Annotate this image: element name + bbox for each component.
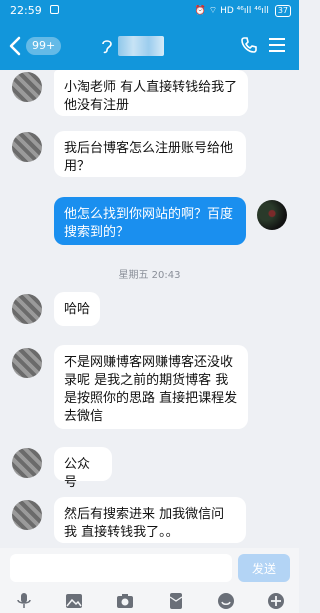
phone-icon[interactable] bbox=[240, 36, 258, 54]
ear-icon bbox=[102, 40, 112, 54]
image-icon[interactable] bbox=[64, 591, 84, 611]
contact-avatar[interactable] bbox=[12, 132, 42, 162]
message-bubble[interactable]: 小淘老师 有人直接转钱给我了 他没有注册 bbox=[54, 70, 248, 116]
contact-avatar[interactable] bbox=[12, 72, 42, 102]
contact-avatar[interactable] bbox=[12, 294, 42, 324]
contact-avatar[interactable] bbox=[12, 348, 42, 378]
status-bar: 22:59 ⏰ ⌔ HD ⁴⁶ıll ⁴⁶ıll 37 bbox=[0, 0, 299, 22]
battery-icon: 37 bbox=[274, 5, 291, 17]
message-bubble[interactable]: 我后台博客怎么注册账号给他用？ bbox=[54, 131, 246, 177]
send-button[interactable]: 发送 bbox=[238, 554, 290, 582]
mic-icon[interactable] bbox=[14, 591, 34, 611]
blurred-contact-name bbox=[118, 36, 164, 56]
contact-avatar[interactable] bbox=[12, 500, 42, 530]
message-bubble[interactable]: 公众号 bbox=[54, 447, 112, 490]
unread-badge[interactable]: 99+ bbox=[26, 37, 62, 55]
status-indicators: ⏰ ⌔ HD ⁴⁶ıll ⁴⁶ıll 37 bbox=[195, 0, 291, 22]
notification-icon bbox=[50, 5, 59, 14]
message-bubble[interactable]: 然后有搜索进来 加我微信问我 直接转钱我了。。 bbox=[54, 497, 246, 543]
message-list[interactable]: 小淘老师 有人直接转钱给我了 他没有注册 我后台博客怎么注册账号给他用？ 他怎么… bbox=[0, 70, 299, 560]
red-packet-icon[interactable] bbox=[166, 591, 186, 611]
contact-avatar[interactable] bbox=[12, 448, 42, 478]
signal-indicators: HD ⁴⁶ıll ⁴⁶ıll bbox=[220, 6, 269, 16]
menu-icon[interactable] bbox=[268, 37, 286, 53]
camera-icon[interactable] bbox=[115, 591, 135, 611]
input-bar: 发送 bbox=[0, 548, 299, 588]
input-toolbar bbox=[0, 588, 299, 613]
emoji-icon[interactable] bbox=[216, 591, 236, 611]
message-bubble[interactable]: 不是网赚博客网赚博客还没收录呢 是我之前的期货博客 我是按照你的思路 直接把课程… bbox=[54, 345, 248, 429]
message-bubble[interactable]: 哈哈 bbox=[54, 292, 100, 326]
wifi-icon: ⌔ bbox=[208, 6, 218, 16]
message-timestamp: 星期五 20:43 bbox=[118, 270, 181, 281]
back-icon[interactable] bbox=[8, 36, 22, 56]
user-avatar[interactable] bbox=[257, 200, 287, 230]
message-bubble-self[interactable]: 他怎么找到你网站的啊？百度搜索到的？ bbox=[54, 197, 246, 245]
chat-header: 99+ bbox=[0, 22, 299, 70]
status-time: 22:59 bbox=[10, 4, 42, 17]
message-input[interactable] bbox=[10, 554, 232, 582]
plus-icon[interactable] bbox=[266, 591, 286, 611]
alarm-icon: ⏰ bbox=[194, 6, 206, 16]
